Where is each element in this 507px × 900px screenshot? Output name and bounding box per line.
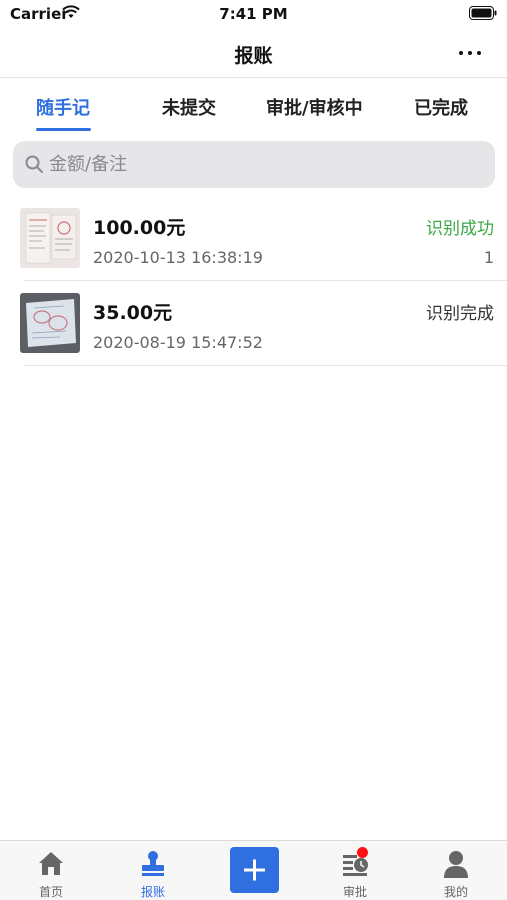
receipt-thumbnail (20, 208, 80, 268)
tab-bar-home[interactable]: 首页 (11, 841, 91, 900)
tab-bar-label: 审批 (342, 885, 367, 899)
dot-icon (459, 51, 463, 55)
status-tabs: 随手记 未提交 审批/审核中 已完成 (0, 80, 507, 134)
home-icon (39, 852, 63, 875)
receipt-amount: 35.00元 (93, 302, 173, 324)
clock-time: 7:41 PM (219, 5, 288, 23)
receipt-datetime: 2020-08-19 15:47:52 (93, 333, 263, 352)
battery-icon (469, 6, 497, 20)
tab-in-review[interactable]: 审批/审核中 (266, 94, 363, 120)
add-receipt-button[interactable] (230, 847, 279, 893)
status-bar: Carrier 7:41 PM (0, 0, 507, 28)
receipt-thumbnail (20, 293, 80, 353)
search-icon (25, 155, 43, 173)
tab-bar-label: 首页 (38, 885, 63, 899)
tab-bar-label: 我的 (443, 885, 468, 899)
recognition-status: 识别完成 (426, 304, 494, 324)
receipt-datetime: 2020-10-13 16:38:19 (93, 248, 263, 267)
tab-bar-approval[interactable]: 审批 (315, 841, 395, 900)
plus-icon (244, 859, 265, 881)
notification-badge (357, 847, 368, 858)
tab-bar-expense[interactable]: 报账 (113, 841, 193, 900)
receipt-count: 1 (483, 248, 494, 267)
recognition-status: 识别成功 (426, 219, 494, 239)
receipt-amount: 100.00元 (93, 217, 186, 239)
list-item[interactable]: 100.00元 2020-10-13 16:38:19 识别成功 1 (0, 196, 507, 281)
active-tab-indicator (36, 128, 91, 131)
tab-bar-label: 报账 (140, 885, 165, 899)
stamp-icon (142, 851, 164, 876)
more-options-button[interactable] (455, 42, 485, 64)
search-input[interactable] (49, 141, 469, 188)
tab-quick-notes[interactable]: 随手记 (36, 94, 90, 120)
tab-bar-profile[interactable]: 我的 (416, 841, 496, 900)
tab-unsubmitted[interactable]: 未提交 (162, 94, 216, 120)
list-item[interactable]: 35.00元 2020-08-19 15:47:52 识别完成 (0, 281, 507, 366)
search-bar[interactable] (13, 141, 495, 188)
person-icon (444, 851, 468, 878)
row-divider (24, 365, 507, 366)
page-title: 报账 (234, 45, 273, 67)
tab-completed[interactable]: 已完成 (414, 94, 468, 120)
dot-icon (468, 51, 472, 55)
navigation-bar: 报账 (0, 28, 507, 78)
dot-icon (477, 51, 481, 55)
